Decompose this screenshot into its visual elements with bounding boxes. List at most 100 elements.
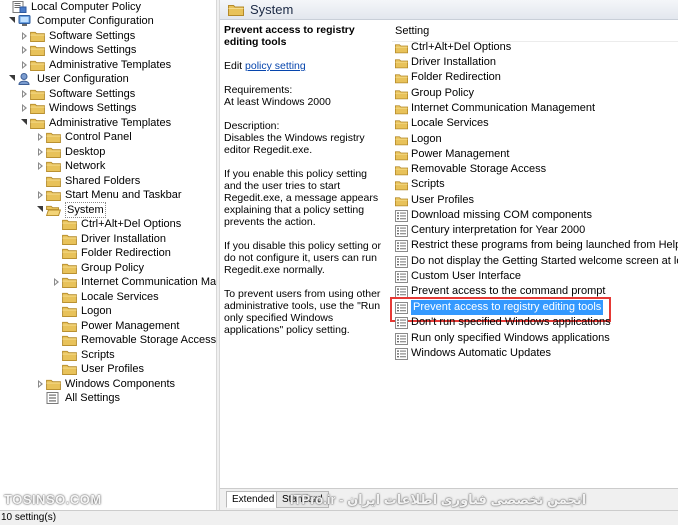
tree-item[interactable]: Software Settings	[20, 29, 135, 43]
setting-icon	[395, 256, 408, 268]
list-folder-item[interactable]: Power Management	[392, 147, 677, 162]
tree-item[interactable]: Shared Folders	[36, 174, 140, 188]
list-setting-item[interactable]: Windows Automatic Updates	[392, 346, 677, 361]
list-item-label: Scripts	[411, 178, 445, 190]
collapsed-arrow-icon[interactable]	[36, 159, 46, 173]
folder-icon	[395, 118, 408, 130]
tree-item-label: Folder Redirection	[81, 247, 171, 259]
tree-item[interactable]: Desktop	[36, 145, 105, 159]
list-folder-item[interactable]: Group Policy	[392, 86, 677, 101]
tree-item[interactable]: Local Computer Policy	[2, 0, 141, 14]
tree-item[interactable]: Removable Storage Access	[52, 333, 216, 347]
collapsed-arrow-icon[interactable]	[20, 43, 30, 57]
tree-item[interactable]: Group Policy	[52, 261, 144, 275]
tree-item[interactable]: Folder Redirection	[52, 246, 171, 260]
list-folder-item[interactable]: User Profiles	[392, 193, 677, 208]
list-folder-item[interactable]: Folder Redirection	[392, 70, 677, 85]
list-folder-item[interactable]: Ctrl+Alt+Del Options	[392, 40, 677, 55]
tree-item[interactable]: Internet Communication Manag	[52, 275, 216, 289]
folder-icon	[62, 305, 77, 317]
folder-icon	[46, 146, 61, 158]
expanded-arrow-icon[interactable]	[20, 116, 30, 130]
policy-setting-link[interactable]: policy setting	[245, 60, 306, 72]
collapsed-arrow-icon[interactable]	[36, 130, 46, 144]
collapsed-arrow-icon[interactable]	[36, 145, 46, 159]
folder-icon	[30, 44, 45, 56]
tree-item[interactable]: Software Settings	[20, 87, 135, 101]
tree-item-label: Shared Folders	[65, 175, 141, 187]
collapsed-arrow-icon[interactable]	[20, 101, 30, 115]
list-setting-item[interactable]: Custom User Interface	[392, 269, 677, 284]
collapsed-arrow-icon[interactable]	[20, 29, 30, 43]
tree-item[interactable]: Ctrl+Alt+Del Options	[52, 217, 181, 231]
list-setting-item[interactable]: Prevent access to registry editing tools	[390, 297, 677, 322]
list-folder-item[interactable]: Internet Communication Management	[392, 101, 677, 116]
tab-extended[interactable]: Extended	[226, 491, 281, 508]
collapsed-arrow-icon[interactable]	[20, 58, 30, 72]
expanded-arrow-icon[interactable]	[8, 72, 18, 86]
list-setting-item[interactable]: Restrict these programs from being launc…	[392, 238, 678, 253]
expanded-arrow-icon[interactable]	[36, 203, 46, 217]
tree-item-label: Locale Services	[81, 291, 159, 303]
list-setting-item[interactable]: Do not display the Getting Started welco…	[392, 254, 678, 269]
folder-icon	[46, 175, 61, 187]
list-folder-item[interactable]: Scripts	[392, 177, 677, 192]
tree-item[interactable]: Scripts	[52, 348, 115, 362]
tree-item[interactable]: User Configuration	[8, 72, 129, 86]
list-folder-item[interactable]: Logon	[392, 132, 677, 147]
folder-icon	[46, 378, 61, 390]
tree-item[interactable]: Administrative Templates	[20, 116, 171, 130]
pane-header: System	[220, 0, 678, 20]
list-setting-item[interactable]: Century interpretation for Year 2000	[392, 223, 677, 238]
expanded-arrow-icon[interactable]	[8, 14, 18, 28]
collapsed-arrow-icon[interactable]	[52, 275, 62, 289]
tree-item[interactable]: Network	[36, 159, 105, 173]
tree-item[interactable]: Windows Settings	[20, 43, 136, 57]
tree-item[interactable]: Windows Settings	[20, 101, 136, 115]
policy-title: Prevent access to registry editing tools	[224, 24, 355, 48]
tree-item-label: Windows Settings	[49, 102, 137, 114]
edit-line: Edit policy setting	[224, 60, 385, 72]
collapsed-arrow-icon[interactable]	[20, 87, 30, 101]
folder-icon	[395, 195, 408, 207]
tab-standard[interactable]: Standard	[276, 491, 329, 508]
folder-icon	[46, 131, 61, 143]
folder-icon	[62, 320, 77, 332]
setting-icon	[395, 348, 408, 360]
tree-item[interactable]: User Profiles	[52, 362, 144, 376]
folder-icon	[30, 59, 45, 71]
tree-item[interactable]: Power Management	[52, 319, 179, 333]
collapsed-arrow-icon[interactable]	[36, 377, 46, 391]
tree-item[interactable]: Administrative Templates	[20, 58, 171, 72]
tree-item-label: Local Computer Policy	[31, 1, 142, 13]
tree-item[interactable]: Logon	[52, 304, 112, 318]
list-item-label: Internet Communication Management	[411, 102, 596, 114]
tree-item[interactable]: Start Menu and Taskbar	[36, 188, 182, 202]
list-setting-item[interactable]: Run only specified Windows applications	[392, 331, 677, 346]
tree-item[interactable]: Locale Services	[52, 290, 159, 304]
column-header-setting[interactable]: Setting	[392, 20, 678, 42]
list-item-label: Locale Services	[411, 117, 489, 129]
list-folder-item[interactable]: Driver Installation	[392, 55, 677, 70]
list-item-label: Run only specified Windows applications	[411, 332, 610, 344]
list-setting-item[interactable]: Prevent access to the command prompt	[392, 284, 677, 299]
tree-item[interactable]: Computer Configuration	[8, 14, 154, 28]
tree-item[interactable]: System	[36, 202, 106, 218]
list-setting-item[interactable]: Download missing COM components	[392, 208, 677, 223]
collapsed-arrow-icon[interactable]	[36, 188, 46, 202]
setting-icon	[395, 317, 408, 329]
tree-item[interactable]: Driver Installation	[52, 232, 166, 246]
folder-icon	[395, 164, 408, 176]
list-folder-item[interactable]: Removable Storage Access	[392, 162, 677, 177]
tree-item[interactable]: All Settings	[36, 391, 120, 405]
tree-item[interactable]: Windows Components	[36, 377, 175, 391]
folder-icon	[46, 189, 61, 201]
list-folder-item[interactable]: Locale Services	[392, 116, 677, 131]
list-setting-item[interactable]: Don't run specified Windows applications	[392, 315, 677, 330]
tree-item[interactable]: Control Panel	[36, 130, 132, 144]
setting-icon	[395, 271, 408, 283]
